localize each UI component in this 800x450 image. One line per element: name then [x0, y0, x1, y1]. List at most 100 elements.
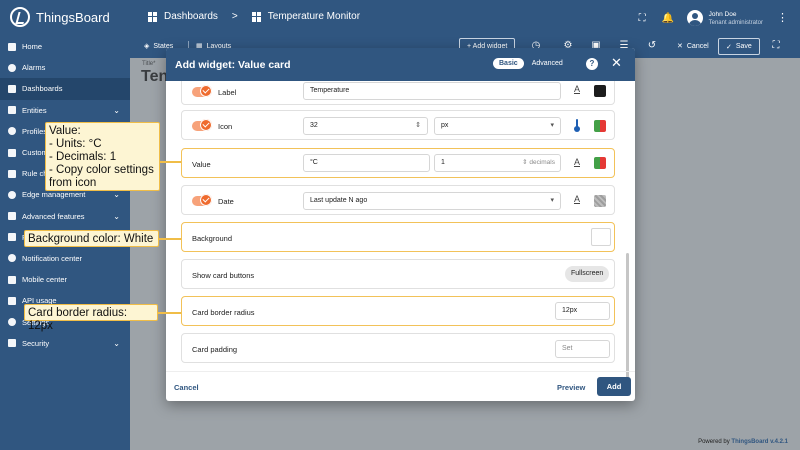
- callout-connector: [158, 312, 181, 314]
- sidebar-item-security[interactable]: Security ⌄: [0, 333, 130, 354]
- value-callout-line: - Copy color settings: [49, 164, 154, 176]
- sidebar-item-alarms[interactable]: Alarms: [0, 57, 130, 78]
- border-radius-input[interactable]: 12px: [555, 302, 610, 320]
- thermometer-icon[interactable]: [574, 119, 580, 132]
- customers-icon: [8, 148, 16, 157]
- icon-color-swatch[interactable]: [594, 120, 606, 132]
- chevron-down-icon: ▾: [550, 122, 554, 129]
- breadcrumb: Dashboards > Temperature Monitor: [148, 11, 360, 22]
- fullscreen-chip[interactable]: Fullscreen: [565, 266, 610, 282]
- notifications-bell-icon[interactable]: 🔔: [662, 13, 674, 24]
- card-buttons-label: Show card buttons: [192, 271, 255, 280]
- value-callout-line: - Decimals: 1: [49, 151, 117, 163]
- sidebar-item-label: Entities: [22, 105, 47, 115]
- stepper-icon: ⇕: [415, 122, 421, 129]
- chevron-down-icon: ⌄: [113, 190, 120, 200]
- label-toggle[interactable]: [192, 85, 212, 97]
- card-padding-row: Card padding Set: [181, 333, 615, 363]
- history-icon[interactable]: ↺: [646, 40, 658, 52]
- dialog-footer: Cancel Preview Add: [166, 371, 635, 401]
- chevron-down-icon: ⌄: [113, 211, 120, 221]
- card-padding-label: Card padding: [192, 345, 238, 354]
- sidebar-item-label: Edge management: [22, 190, 86, 200]
- value-units-input[interactable]: °C: [303, 154, 430, 172]
- label-text-input[interactable]: Temperature: [303, 82, 561, 100]
- value-row-label: Value: [192, 160, 211, 169]
- preview-button[interactable]: Preview: [557, 383, 585, 392]
- help-icon[interactable]: ?: [586, 58, 598, 70]
- top-bar: ThingsBoard Dashboards > Temperature Mon…: [0, 0, 800, 36]
- font-settings-icon[interactable]: A: [572, 194, 582, 204]
- resources-icon: [8, 233, 16, 242]
- powered-by[interactable]: Powered by ThingsBoard v.4.2.1: [698, 439, 788, 445]
- value-color-swatch[interactable]: [594, 157, 606, 169]
- icon-size-input[interactable]: 32 ⇕: [303, 117, 428, 135]
- sidebar-item-notification-center[interactable]: Notification center: [0, 248, 130, 269]
- notification-center-icon: [8, 254, 16, 263]
- icon-unit-select[interactable]: px ▾: [434, 117, 561, 135]
- dashboard-title: Ten: [141, 68, 169, 85]
- date-color-swatch[interactable]: [594, 195, 606, 207]
- label-color-swatch[interactable]: [594, 85, 606, 97]
- dialog-header: Add widget: Value card Basic Advanced ? …: [166, 48, 635, 81]
- fullscreen-icon[interactable]: ⛶: [637, 13, 648, 24]
- sidebar-item-label: Advanced features: [22, 211, 85, 221]
- font-settings-icon[interactable]: A: [572, 157, 582, 167]
- cancel-button[interactable]: Cancel: [174, 383, 199, 392]
- radius-callout: Card border radius: 12px: [24, 304, 158, 332]
- border-radius-row: Card border radius 12px: [181, 296, 615, 326]
- breadcrumb-dashboards[interactable]: Dashboards: [164, 11, 218, 22]
- edge-management-icon: [8, 190, 16, 199]
- user-role: Tenant administrator: [708, 19, 763, 26]
- mode-basic-button[interactable]: Basic: [493, 58, 524, 69]
- logo[interactable]: ThingsBoard: [10, 7, 110, 27]
- mobile-center-icon: [8, 275, 16, 284]
- user-menu[interactable]: John Doe Tenant administrator: [686, 10, 763, 27]
- api-usage-icon: [8, 296, 16, 305]
- dialog-body: Label Temperature A Icon 32 ⇕ px ▾ Value °…: [166, 81, 635, 371]
- sidebar-item-label: Alarms: [22, 63, 46, 73]
- more-vert-icon[interactable]: ⋮: [777, 12, 788, 24]
- add-button[interactable]: Add: [597, 377, 631, 396]
- avatar: [686, 10, 703, 26]
- mode-advanced-button[interactable]: Advanced: [532, 60, 563, 67]
- value-decimals-input[interactable]: 1 ⇕ decimals: [434, 154, 561, 172]
- label-row-label: Label: [218, 88, 237, 97]
- dialog-title: Add widget: Value card: [175, 58, 291, 71]
- card-padding-input[interactable]: Set: [555, 340, 610, 358]
- sidebar-item-advanced-features[interactable]: Advanced features ⌄: [0, 206, 130, 227]
- mode-toggle: Basic Advanced: [493, 58, 563, 69]
- icon-toggle[interactable]: [192, 119, 212, 131]
- fullscreen-icon[interactable]: ⛶: [770, 40, 782, 52]
- thingsboard-logo-icon: [10, 7, 30, 27]
- value-callout-line: Value:: [49, 125, 81, 137]
- border-radius-label: Card border radius: [192, 308, 255, 317]
- background-color-swatch[interactable]: [591, 228, 611, 246]
- icon-unit-value: px: [441, 122, 449, 129]
- close-dialog-icon[interactable]: ✕: [611, 55, 622, 71]
- sidebar-item-entities[interactable]: Entities ⌄: [0, 100, 130, 121]
- cancel-edit-button[interactable]: ✕ Cancel: [677, 42, 709, 51]
- sidebar-item-mobile-center[interactable]: Mobile center: [0, 269, 130, 290]
- sidebar-item-label: Dashboards: [22, 84, 63, 94]
- sidebar-item-label: Notification center: [22, 253, 83, 263]
- sidebar-item-home[interactable]: Home: [0, 36, 130, 57]
- dashboards-icon: [8, 84, 16, 93]
- background-callout: Background color: White: [24, 230, 159, 247]
- value-callout-line: from icon: [49, 177, 97, 189]
- font-settings-icon[interactable]: A: [572, 84, 582, 94]
- breadcrumb-current: Temperature Monitor: [267, 11, 361, 22]
- date-toggle[interactable]: [192, 194, 212, 206]
- decimals-suffix: ⇕ decimals: [522, 159, 555, 166]
- layers-icon: ◈: [144, 43, 150, 50]
- date-format-select[interactable]: Last update N ago ▾: [303, 192, 561, 210]
- add-widget-dialog: Add widget: Value card Basic Advanced ? …: [166, 48, 635, 401]
- cancel-label: Cancel: [686, 42, 709, 50]
- decimals-value: 1: [441, 159, 445, 166]
- chevron-down-icon: ⌄: [113, 105, 120, 115]
- breadcrumb-separator: >: [231, 11, 238, 22]
- save-button[interactable]: ✓ Save: [718, 38, 760, 55]
- sidebar-item-dashboards[interactable]: Dashboards: [0, 78, 130, 100]
- sidebar-item-label: Security: [22, 338, 50, 348]
- security-icon: [8, 339, 16, 348]
